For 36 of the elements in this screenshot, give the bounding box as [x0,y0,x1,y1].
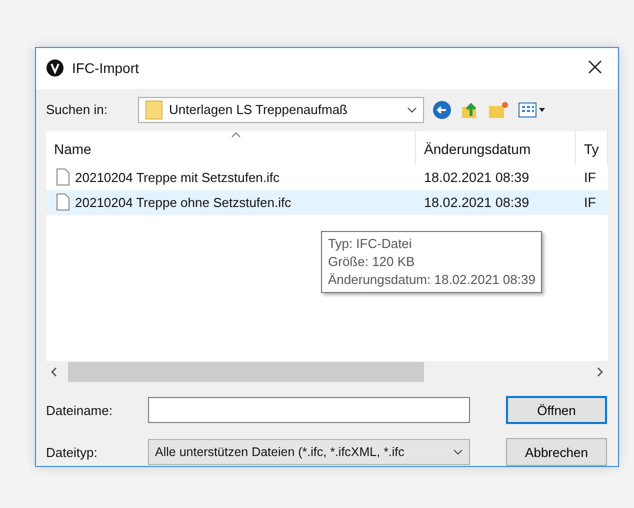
scroll-right-icon[interactable] [597,367,603,378]
app-logo-icon [46,59,64,78]
folder-icon [145,100,163,120]
scrollbar-thumb[interactable] [68,362,424,382]
file-name: 20210204 Treppe ohne Setzstufen.ifc [75,194,292,210]
scroll-left-icon[interactable] [51,367,57,378]
new-folder-icon[interactable] [488,100,510,119]
chevron-down-icon [453,449,463,455]
file-row[interactable]: 20210204 Treppe mit Setzstufen.ifc 18.02.2021 08:39 IF [46,164,608,190]
filetype-label: Dateityp: [46,444,98,460]
file-icon [56,193,70,212]
open-button[interactable]: Öffnen [506,396,607,424]
file-type: IF [583,170,597,185]
look-in-dropdown[interactable]: Unterlagen LS Treppenaufmaß [138,96,424,123]
file-date: 18.02.2021 08:39 [423,170,530,185]
file-date: 18.02.2021 08:39 [423,194,530,210]
file-row[interactable]: 20210204 Treppe ohne Setzstufen.ifc 18.02.2021 08:39 IF [46,190,608,215]
cancel-button[interactable]: Abbrechen [506,438,607,466]
filename-field[interactable] [148,397,470,423]
tooltip-line: Typ: IFC-Datei [328,235,413,253]
file-name: 20210204 Treppe mit Setzstufen.ifc [75,170,280,185]
tooltip-line: Größe: 120 KB [328,253,416,271]
view-menu-icon[interactable] [518,102,546,118]
file-type: IF [583,194,597,210]
column-header[interactable]: Änderungsdatum [416,130,576,165]
tooltip-line: Änderungsdatum: 18.02.2021 08:39 [328,271,536,289]
chevron-down-icon [407,106,417,113]
look-in-label: Suchen in: [46,102,108,118]
file-icon [56,168,70,186]
back-icon[interactable] [432,100,452,120]
column-header[interactable]: Name [46,130,416,165]
column-header[interactable]: Ty [576,130,608,165]
close-icon [588,60,602,74]
window-title: IFC-Import [72,60,140,76]
filename-label: Dateiname: [46,402,114,418]
filetype-dropdown[interactable]: Alle unterstützen Dateien (*.ifc, *.ifcXML, *.ifc [148,439,470,465]
